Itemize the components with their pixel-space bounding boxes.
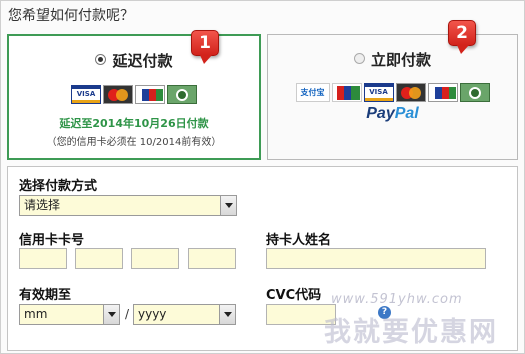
paypal-logo: PayPal [366, 105, 419, 122]
expiry-year-value: yyyy [138, 307, 167, 321]
mastercard-icon [103, 85, 133, 104]
amex-icon [167, 85, 197, 104]
jcb-icon [427, 83, 458, 102]
card-number-label: 信用卡卡号 [19, 233, 85, 248]
callout-2: 2 [448, 20, 476, 54]
immediate-payment-option[interactable]: 立即付款 支付宝 VISA PayPal [267, 34, 518, 160]
chevron-down-icon[interactable] [103, 305, 119, 324]
expiry-year-select[interactable]: yyyy [133, 304, 236, 325]
deferred-payment-option[interactable]: 延迟付款 VISA 延迟至2014年10月26日付款 （您的信用卡必须在 10/… [7, 34, 261, 160]
deferred-card-validity-note: （您的信用卡必须在 10/2014前有效） [46, 137, 222, 148]
visa-icon: VISA [363, 83, 394, 102]
deferred-pay-date: 延迟至2014年10月26日付款 [59, 117, 209, 130]
cardholder-name-field[interactable] [266, 248, 486, 269]
payment-question: 您希望如何付款呢？ [8, 8, 134, 24]
immediate-label: 立即付款 [370, 51, 431, 69]
card-number-field-3[interactable] [131, 248, 179, 269]
callout-1: 1 [191, 30, 219, 64]
chevron-down-icon[interactable] [219, 305, 235, 324]
expiry-month-value: mm [24, 307, 48, 321]
mastercard-icon [395, 83, 426, 102]
unionpay-icon [331, 83, 362, 102]
visa-icon: VISA [71, 85, 101, 104]
immediate-radio-row[interactable]: 立即付款 [268, 49, 517, 70]
immediate-radio-button[interactable] [353, 53, 365, 64]
watermark-url: www.591yhw.com [331, 292, 463, 307]
card-number-field-1[interactable] [19, 248, 67, 269]
expiry-label: 有效期至 [19, 288, 72, 303]
payment-method-label: 选择付款方式 [19, 179, 98, 194]
watermark-text: 我就要优惠网 [324, 317, 498, 348]
payment-panel: 您希望如何付款呢？ 延迟付款 VISA 延迟至2014年10月26日付款 （您的… [0, 0, 525, 354]
amex-icon [459, 83, 490, 102]
immediate-card-logos: 支付宝 VISA [268, 83, 517, 102]
expiry-month-select[interactable]: mm [19, 304, 120, 325]
card-number-field-4[interactable] [188, 248, 236, 269]
deferred-radio-row[interactable]: 延迟付款 [9, 50, 259, 71]
payment-method-value: 请选择 [24, 198, 61, 212]
payment-method-select[interactable]: 请选择 [19, 195, 237, 216]
deferred-label: 延迟付款 [112, 52, 173, 70]
cardholder-name-label: 持卡人姓名 [266, 233, 332, 248]
expiry-separator: / [125, 307, 130, 321]
cvc-label: CVC代码 [266, 288, 322, 303]
deferred-card-logos: VISA [9, 85, 259, 104]
deferred-radio-button[interactable] [95, 54, 107, 65]
card-number-field-2[interactable] [75, 248, 123, 269]
jcb-icon [135, 85, 165, 104]
alipay-icon: 支付宝 [295, 83, 330, 102]
chevron-down-icon[interactable] [220, 196, 236, 215]
